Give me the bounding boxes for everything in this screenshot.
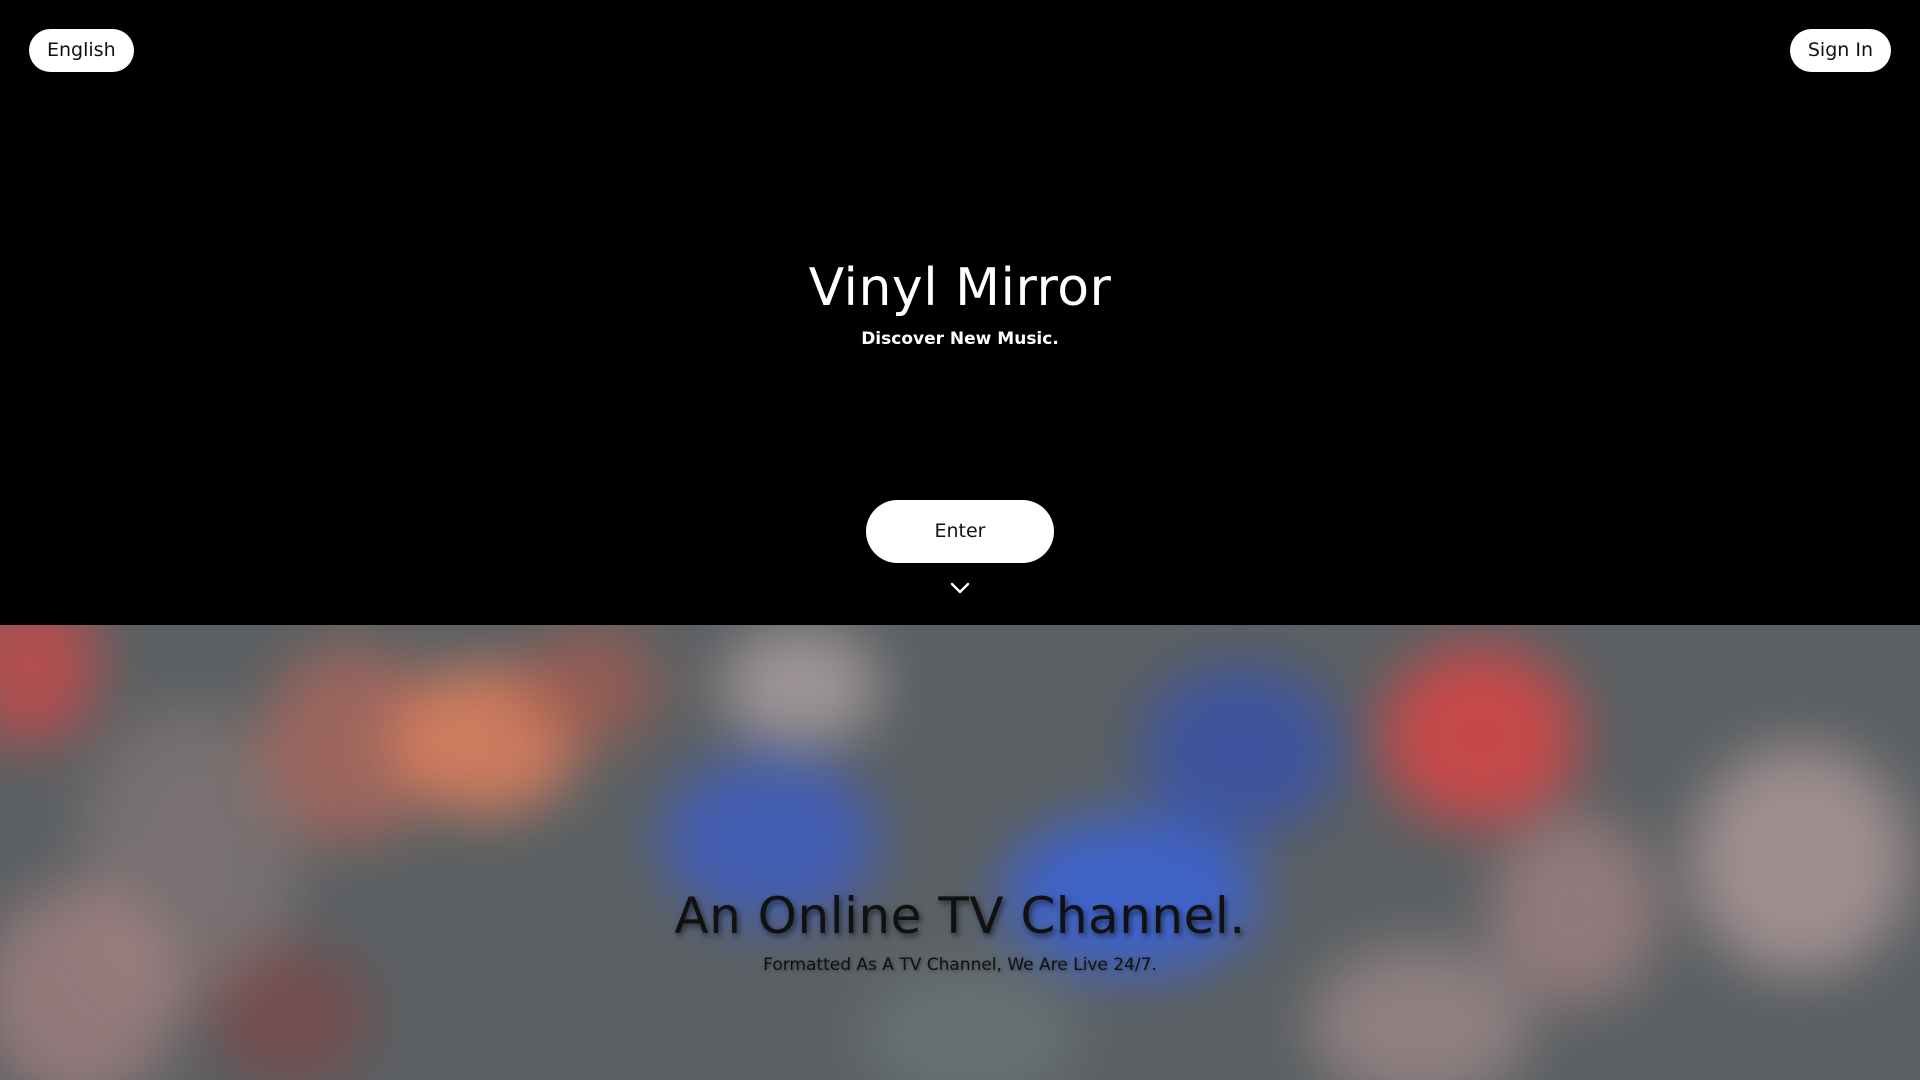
chevron-down-icon[interactable]: [950, 581, 970, 595]
brand-tagline: Discover New Music.: [861, 329, 1059, 349]
blurred-background-image: [0, 625, 1920, 1080]
landing-page: English Sign In Vinyl Mirror Discover Ne…: [0, 0, 1920, 1080]
hero-section: English Sign In Vinyl Mirror Discover Ne…: [0, 0, 1920, 625]
enter-button[interactable]: Enter: [866, 500, 1054, 563]
brand-title: Vinyl Mirror: [808, 258, 1112, 318]
feature-title: An Online TV Channel.: [674, 887, 1246, 945]
feature-section: An Online TV Channel. Formatted As A TV …: [0, 625, 1920, 1080]
feature-subtitle: Formatted As A TV Channel, We Are Live 2…: [763, 955, 1157, 975]
language-button[interactable]: English: [29, 29, 134, 72]
sign-in-button[interactable]: Sign In: [1789, 29, 1891, 72]
